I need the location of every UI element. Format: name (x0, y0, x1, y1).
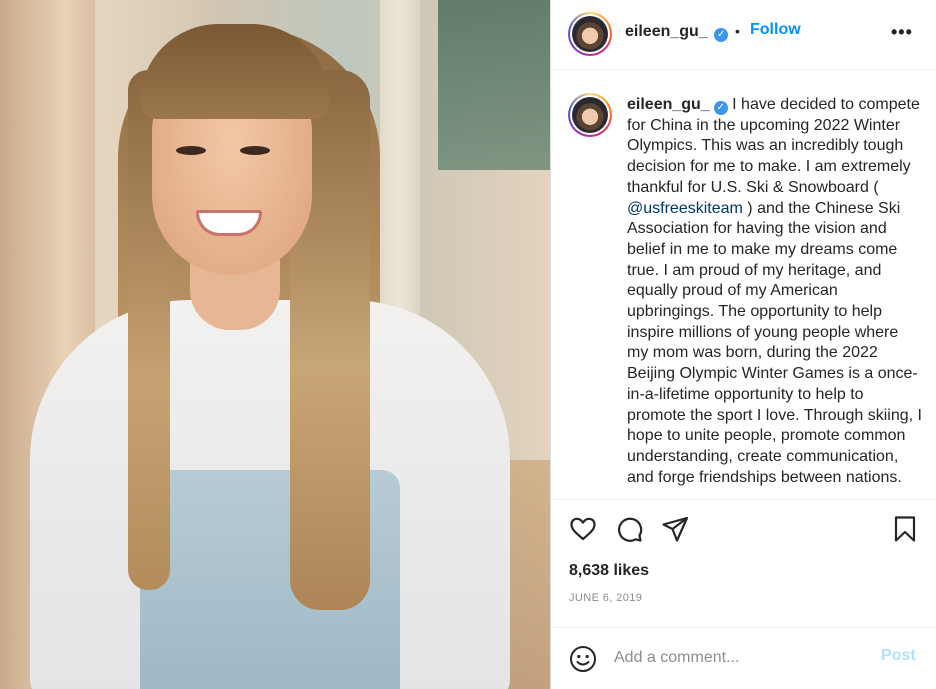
paper-plane-icon[interactable] (660, 514, 690, 544)
instagram-post: eileen_gu_ ✓ • Follow ••• eileen_gu_ ✓ I … (0, 0, 936, 689)
caption-username[interactable]: eileen_gu_ (627, 96, 710, 113)
photo-eye-left (176, 146, 206, 155)
post-date[interactable]: JUNE 6, 2019 (569, 592, 642, 604)
caption-avatar[interactable] (568, 93, 612, 137)
header-username[interactable]: eileen_gu_ (625, 23, 708, 40)
photo-background-window (438, 0, 550, 170)
smiley-icon[interactable] (568, 644, 598, 674)
more-options-icon[interactable]: ••• (891, 22, 913, 43)
add-comment-bar: Post (551, 627, 936, 689)
avatar[interactable] (568, 12, 612, 56)
post-side-panel: eileen_gu_ ✓ • Follow ••• eileen_gu_ ✓ I … (550, 0, 936, 689)
comment-input[interactable] (614, 645, 874, 671)
photo-eye-right (240, 146, 270, 155)
bookmark-icon[interactable] (890, 514, 920, 544)
caption-area[interactable]: eileen_gu_ ✓ I have decided to compete fo… (551, 71, 936, 499)
post-header: eileen_gu_ ✓ • Follow ••• (551, 0, 936, 70)
caption-text-part-2: ) and the Chinese Ski Association for ha… (627, 199, 922, 486)
header-separator: • (735, 23, 740, 39)
comment-icon[interactable] (614, 514, 644, 544)
verified-badge-icon: ✓ (713, 101, 728, 115)
post-comment-button[interactable]: Post (881, 647, 916, 665)
likes-count[interactable]: 8,638 likes (569, 562, 649, 580)
post-photo[interactable] (0, 0, 550, 689)
heart-icon[interactable] (568, 514, 598, 544)
caption-mention-link[interactable]: @usfreeskiteam (627, 200, 743, 217)
verified-badge-icon: ✓ (714, 28, 729, 42)
follow-button[interactable]: Follow (750, 21, 801, 39)
avatar-image (572, 16, 608, 52)
caption-avatar-image (572, 97, 608, 133)
header-username-group: eileen_gu_ ✓ (625, 23, 729, 42)
post-actions: 8,638 likes JUNE 6, 2019 (551, 499, 936, 627)
post-caption: eileen_gu_ ✓ I have decided to compete fo… (627, 95, 923, 488)
